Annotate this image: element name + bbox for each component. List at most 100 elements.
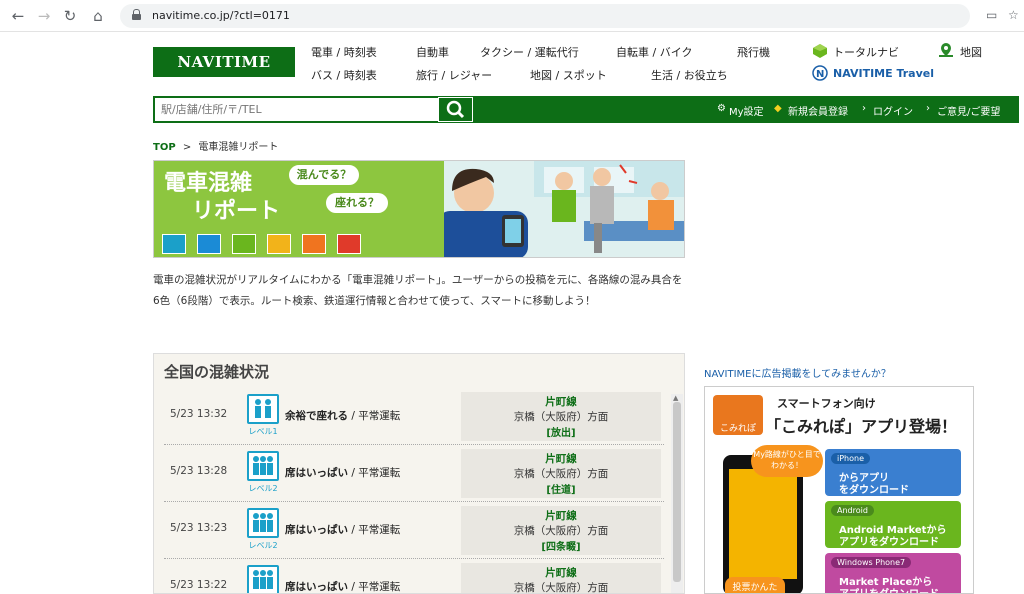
banner-train-illustration [444, 161, 684, 257]
direction: 京橋（大阪府）方面 [513, 582, 609, 594]
home-icon[interactable]: ⌂ [88, 6, 108, 26]
status-text: 席はいっぱい / 平常運転 [285, 467, 401, 479]
total-navi-icon [812, 43, 828, 59]
direction: 京橋（大阪府）方面 [513, 468, 609, 480]
nav-bicycle[interactable]: 自転車 / バイク [616, 44, 692, 60]
nav-bus-timetable[interactable]: バス / 時刻表 [311, 67, 377, 83]
level-label: レベル2 [248, 484, 278, 493]
nav-travel-leisure[interactable]: 旅行 / レジャー [416, 67, 492, 83]
svg-text:N: N [816, 69, 824, 80]
ad-headline: スマートフォン向け [777, 397, 876, 410]
forward-icon[interactable]: → [34, 6, 54, 26]
operation-status: 平常運転 [358, 410, 401, 422]
level2-passenger-icon [247, 508, 279, 538]
banner-title-line2: リポート [192, 199, 281, 224]
congestion-report-banner: 電車混雑 リポート 混んでる？ 座れる？ [153, 160, 685, 258]
status-text: 余裕で座れる / 平常運転 [285, 410, 401, 422]
beginner-icon: ◆ [774, 103, 782, 114]
ad-callout: My路線がひと目でわかる！ [751, 445, 823, 477]
navitime-travel-icon: N [812, 65, 828, 81]
chevron-right-icon: › [862, 103, 866, 114]
station-name: [住道] [546, 485, 576, 496]
level1-icon [162, 234, 186, 254]
line-name[interactable]: 片町線 [461, 508, 661, 523]
my-settings-link[interactable]: My設定 [729, 103, 764, 118]
level6-icon [337, 234, 361, 254]
report-time: 5/23 13:32 [170, 408, 228, 420]
android-download-button[interactable]: Android Android Marketから アプリをダウンロード [825, 501, 961, 548]
breadcrumb-current: 電車混雑リポート [198, 142, 279, 153]
banner-bubble-crowded: 混んでる？ [287, 163, 361, 187]
level-label: レベル2 [248, 541, 278, 550]
login-link[interactable]: ログイン [873, 103, 913, 118]
congestion-row[interactable]: 5/23 13:22 席はいっぱい / 平常運転 片町線 京橋（大阪府）方面 [164, 559, 664, 594]
train-info[interactable]: 片町線 京橋（大阪府）方面 [放出] [461, 392, 661, 441]
nav-total-navi[interactable]: トータルナビ [833, 44, 899, 60]
line-name[interactable]: 片町線 [461, 565, 661, 580]
congestion-row[interactable]: 5/23 13:32 レベル1 余裕で座れる / 平常運転 片町線 京橋（大阪府… [164, 388, 664, 445]
level2-passenger-icon [247, 565, 279, 593]
train-info[interactable]: 片町線 京橋（大阪府）方面 [461, 563, 661, 594]
congestion-status: 席はいっぱい [285, 524, 348, 536]
nav-airplane[interactable]: 飛行機 [737, 44, 770, 60]
store-tag: Android [831, 505, 874, 516]
panel-scrollbar[interactable]: ▲ [671, 394, 683, 593]
level-label: レベル1 [248, 427, 278, 436]
direction: 京橋（大阪府）方面 [513, 525, 609, 537]
ad-bottom-label: 投票かんたん！ [725, 577, 785, 593]
congestion-row[interactable]: 5/23 13:23 レベル2 席はいっぱい / 平常運転 片町線 京橋（大阪府… [164, 502, 664, 559]
komirepo-logo: こみれぽ [713, 395, 763, 435]
iphone-download-button[interactable]: iPhone からアプリ をダウンロード [825, 449, 961, 496]
ad-inquiry-link[interactable]: NAVITIMEに広告掲載をしてみませんか？ [704, 365, 891, 380]
level5-icon [302, 234, 326, 254]
report-time: 5/23 13:28 [170, 465, 228, 477]
windows-phone-download-button[interactable]: Windows Phone7 Market Placeから アプリをダウンロード [825, 553, 961, 593]
nav-map[interactable]: 地図 [960, 44, 982, 60]
search-input[interactable] [155, 98, 438, 121]
url-text: navitime.co.jp/?ctl=0171 [152, 9, 290, 22]
feedback-link[interactable]: ご意見/ご要望 [937, 103, 1000, 118]
nav-taxi[interactable]: タクシー / 運転代行 [480, 44, 579, 60]
nav-navitime-travel[interactable]: NAVITIME Travel [833, 67, 934, 80]
congestion-status: 席はいっぱい [285, 581, 348, 593]
level2-icon [197, 234, 221, 254]
panel-title: 全国の混雑状況 [164, 363, 270, 381]
breadcrumb: TOP > 電車混雑リポート [153, 138, 278, 153]
banner-bubble-seat: 座れる？ [324, 191, 390, 215]
scroll-up-icon[interactable]: ▲ [673, 394, 678, 402]
lock-icon [132, 9, 141, 20]
store-tag: Windows Phone7 [831, 557, 912, 568]
status-text: 席はいっぱい / 平常運転 [285, 581, 401, 593]
nav-car[interactable]: 自動車 [416, 44, 449, 60]
register-link[interactable]: 新規会員登録 [788, 103, 848, 118]
report-time: 5/23 13:23 [170, 522, 228, 534]
reload-icon[interactable]: ↻ [60, 6, 80, 26]
congestion-row[interactable]: 5/23 13:28 レベル2 席はいっぱい / 平常運転 片町線 京橋（大阪府… [164, 445, 664, 502]
cast-icon[interactable]: ▭ [986, 8, 997, 22]
congestion-status: 席はいっぱい [285, 467, 348, 479]
gear-icon: ⚙ [717, 103, 726, 114]
scrollbar-thumb[interactable] [673, 402, 681, 582]
train-info[interactable]: 片町線 京橋（大阪府）方面 [四条畷] [461, 506, 661, 555]
nav-map-spot[interactable]: 地図 / スポット [530, 67, 607, 83]
line-name[interactable]: 片町線 [461, 394, 661, 409]
direction: 京橋（大阪府）方面 [513, 411, 609, 423]
address-bar[interactable]: navitime.co.jp/?ctl=0171 [120, 4, 970, 28]
level4-icon [267, 234, 291, 254]
search-button[interactable] [438, 97, 473, 122]
breadcrumb-separator: > [182, 142, 192, 153]
level2-passenger-icon [247, 451, 279, 481]
operation-status: 平常運転 [358, 524, 401, 536]
site-logo[interactable]: NAVITIME [153, 47, 295, 77]
star-icon[interactable]: ☆ [1008, 8, 1019, 22]
nav-life[interactable]: 生活 / お役立ち [651, 67, 728, 83]
back-icon[interactable]: ← [8, 6, 28, 26]
browser-toolbar: ← → ↻ ⌂ navitime.co.jp/?ctl=0171 ▭ ☆ [0, 0, 1024, 32]
nav-train-timetable[interactable]: 電車 / 時刻表 [311, 44, 377, 60]
breadcrumb-home[interactable]: TOP [153, 142, 176, 153]
ad-headline-main: 「こみれぽ」アプリ登場！ [765, 417, 958, 436]
level1-passenger-icon [247, 394, 279, 424]
train-info[interactable]: 片町線 京橋（大阪府）方面 [住道] [461, 449, 661, 498]
line-name[interactable]: 片町線 [461, 451, 661, 466]
komirepo-app-ad[interactable]: こみれぽ スマートフォン向け 「こみれぽ」アプリ登場！ My路線がひと目でわかる… [704, 386, 974, 594]
